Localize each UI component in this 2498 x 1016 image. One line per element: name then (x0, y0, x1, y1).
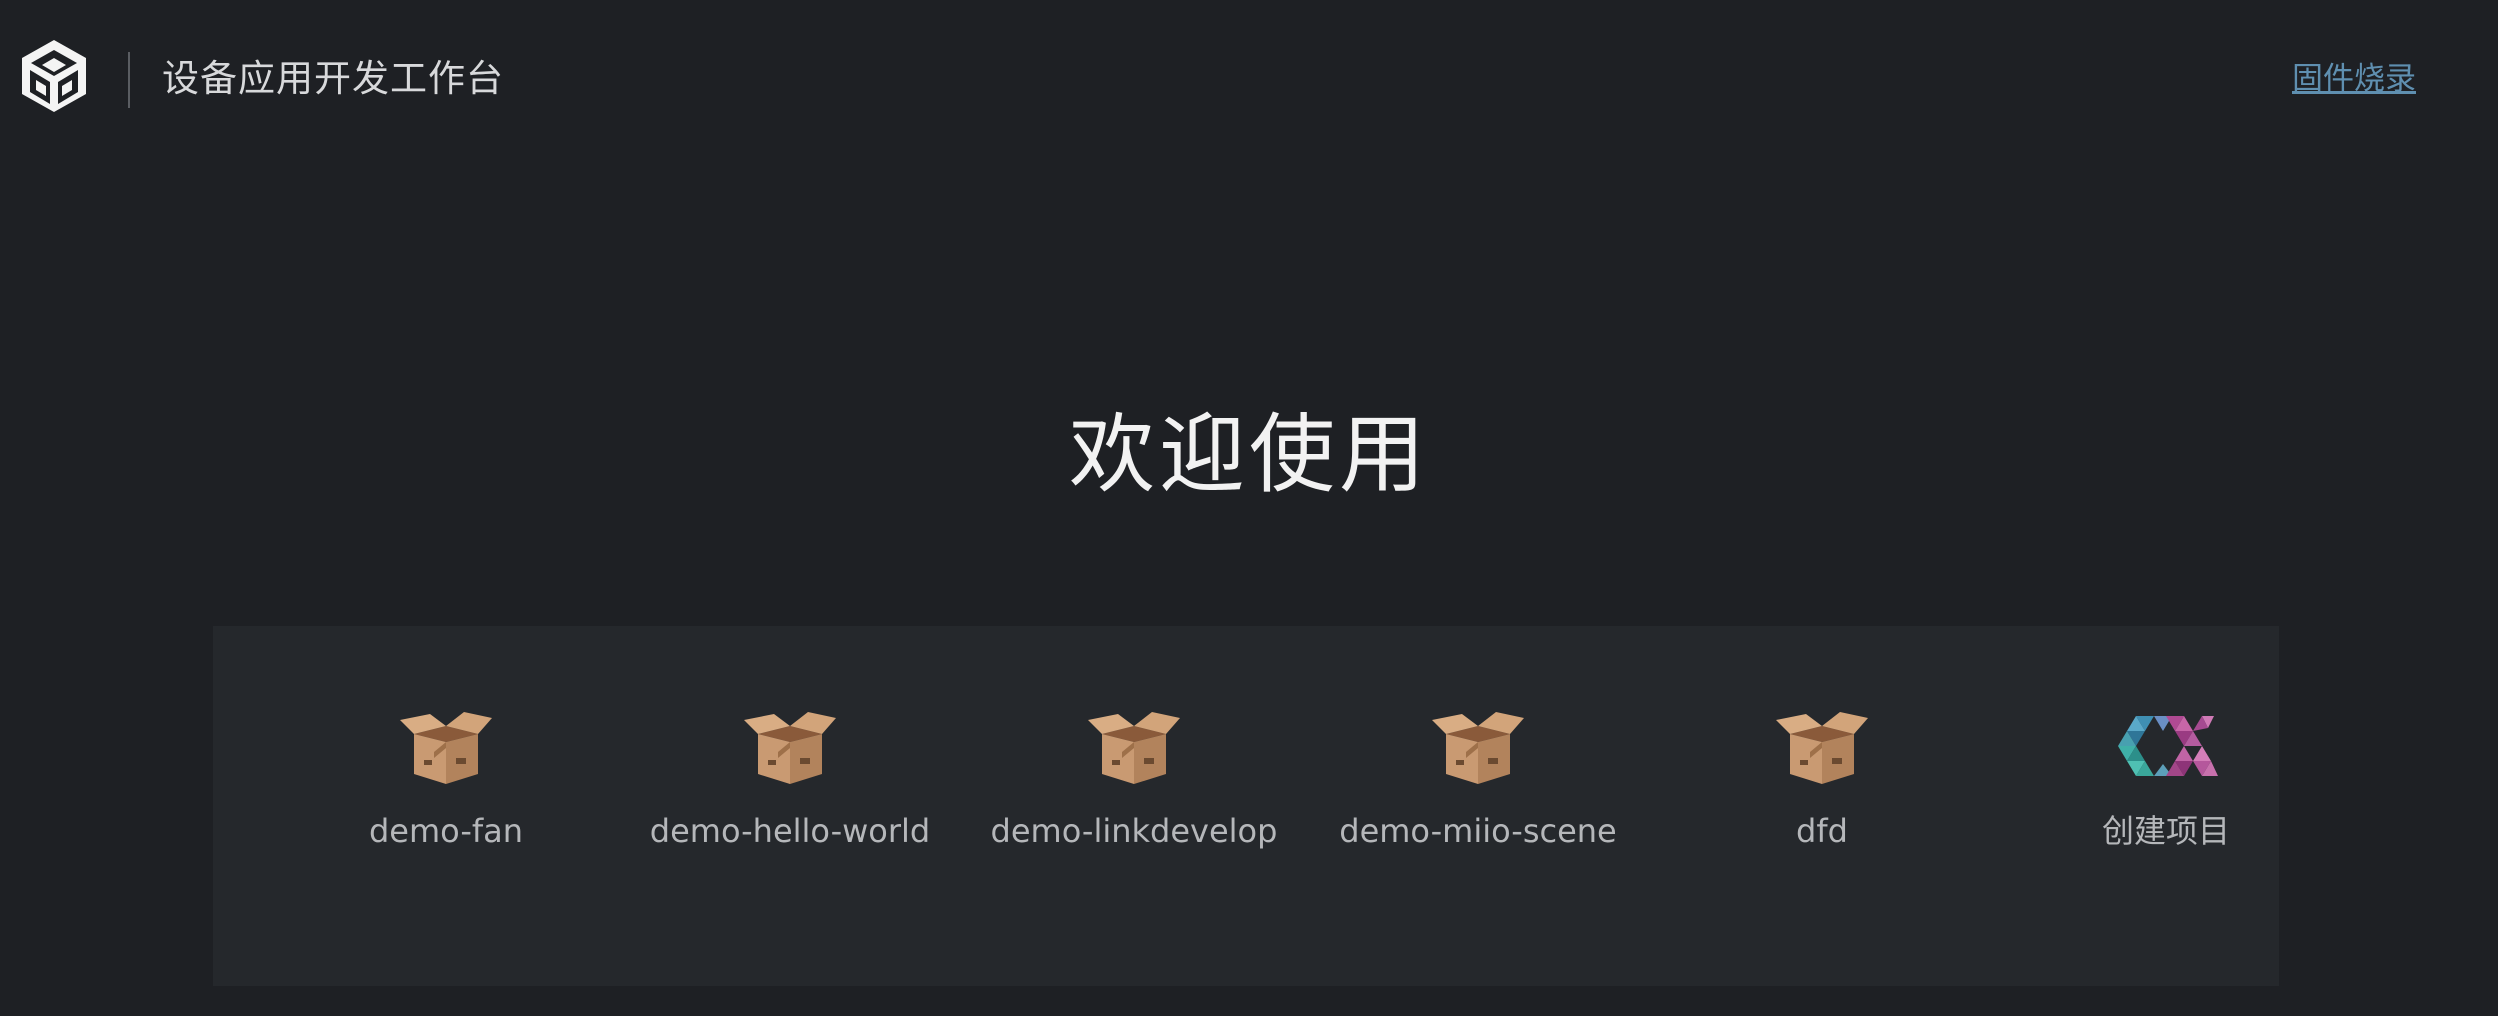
create-project-logo-icon (2118, 716, 2218, 776)
project-label: demo-linkdevelop (990, 812, 1278, 850)
project-item-demo-hello-world[interactable]: demo-hello-world (640, 706, 940, 906)
header-divider (128, 52, 130, 108)
page: 设备应用开发工作台 固件烧录 欢迎使用 demo-fan demo-hello-… (0, 0, 2498, 1016)
app-title: 设备应用开发工作台 (162, 57, 504, 100)
create-project-button[interactable]: 创建项目 (2016, 706, 2316, 906)
project-label: demo-miio-scene (1339, 812, 1617, 850)
welcome-heading: 欢迎使用 (1069, 405, 1429, 505)
projects-panel: demo-fan demo-hello-world demo-linkdevel… (213, 626, 2279, 986)
box-icon (1088, 712, 1180, 784)
box-icon (1432, 712, 1524, 784)
box-icon (400, 712, 492, 784)
project-item-demo-fan[interactable]: demo-fan (296, 706, 596, 906)
project-item-demo-linkdevelop[interactable]: demo-linkdevelop (984, 706, 1284, 906)
project-item-demo-miio-scene[interactable]: demo-miio-scene (1328, 706, 1628, 906)
cube-logo-icon (22, 40, 86, 112)
project-label: dfd (1796, 812, 1848, 850)
box-icon (1776, 712, 1868, 784)
project-item-dfd[interactable]: dfd (1672, 706, 1972, 906)
project-label: demo-hello-world (649, 812, 931, 850)
firmware-flash-link[interactable]: 固件烧录 (2292, 56, 2416, 102)
project-label: 创建项目 (2101, 812, 2230, 850)
project-label: demo-fan (368, 812, 524, 850)
box-icon (744, 712, 836, 784)
